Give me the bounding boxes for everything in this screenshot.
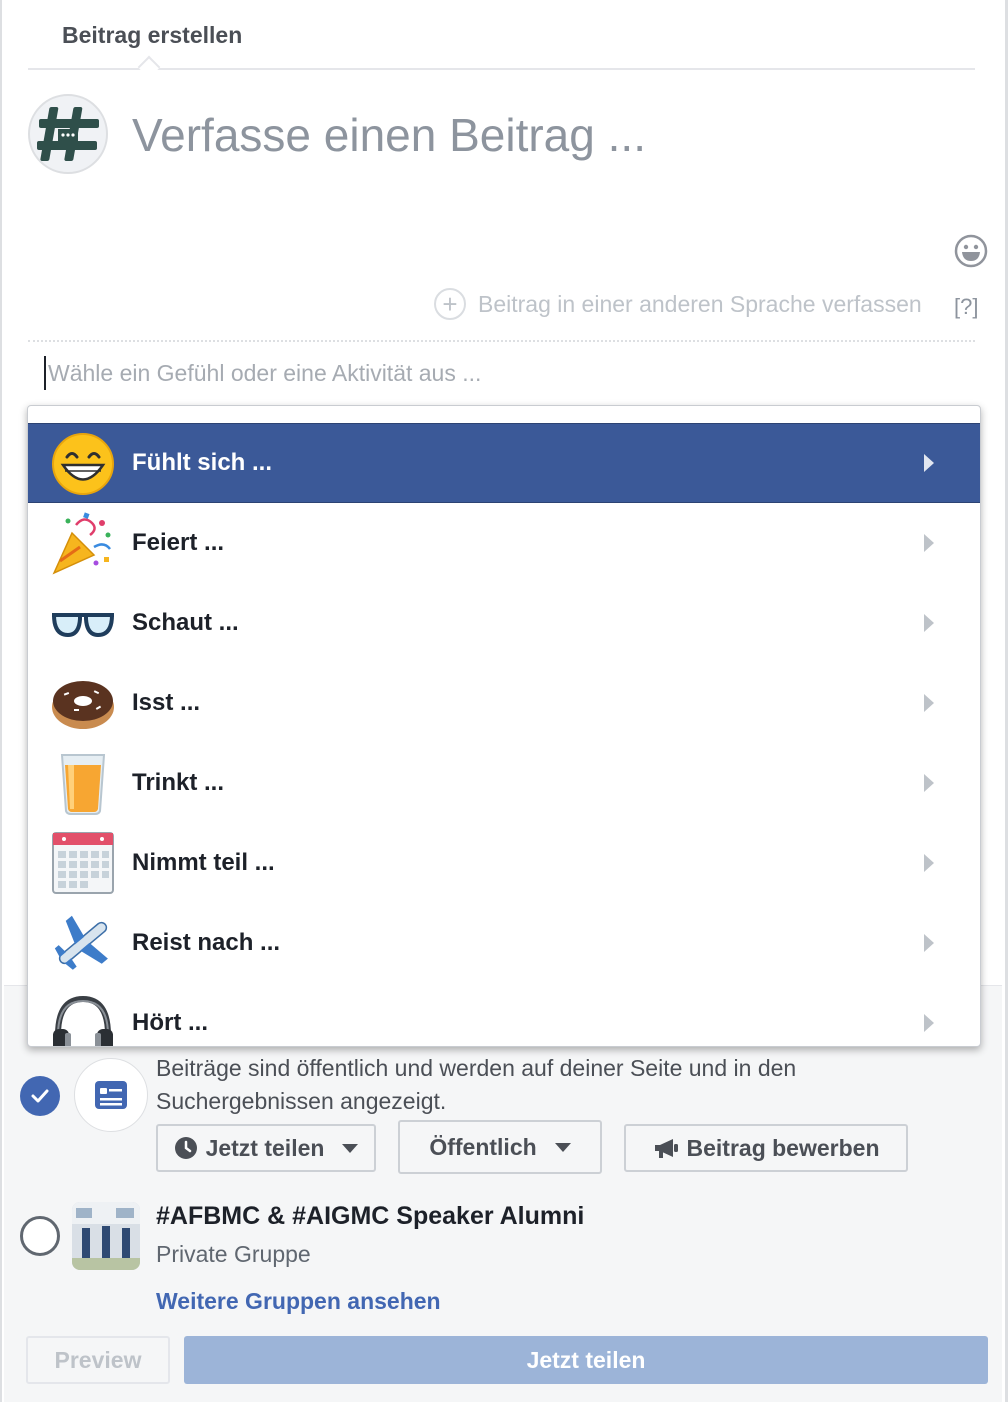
write-in-other-language-link[interactable]: + Beitrag in einer anderen Sprache verfa… — [434, 288, 922, 320]
post-text-area[interactable]: Verfasse einen Beitrag ... — [132, 108, 646, 162]
plus-circle-icon: + — [434, 288, 466, 320]
group-name[interactable]: #AFBMC & #AIGMC Speaker Alumni — [156, 1202, 584, 1231]
menu-item-feeling[interactable]: Fühlt sich ... — [28, 423, 980, 503]
privacy-dropdown[interactable]: Öffentlich — [398, 1120, 602, 1174]
calendar-icon — [52, 832, 114, 894]
menu-item-label: Trinkt ... — [132, 769, 225, 796]
menu-item-label: Nimmt teil ... — [132, 849, 275, 876]
clock-icon — [174, 1137, 197, 1159]
hashtag-logo-icon — [37, 107, 99, 161]
menu-item-attending[interactable]: Nimmt teil ... — [28, 823, 980, 903]
chevron-right-icon — [924, 1014, 934, 1032]
publish-button[interactable]: Jetzt teilen — [184, 1336, 988, 1384]
glasses-icon — [51, 613, 115, 638]
group-photo-icon — [72, 1202, 140, 1270]
group-type: Private Gruppe — [156, 1241, 311, 1267]
help-link[interactable]: [?] — [954, 294, 978, 320]
menu-item-label: Hört ... — [132, 1009, 208, 1036]
menu-item-label: Isst ... — [132, 689, 201, 716]
menu-item-drinking[interactable]: Trinkt ... — [28, 743, 980, 823]
chevron-right-icon — [924, 854, 934, 872]
tab-indicator — [137, 55, 161, 79]
feeling-activity-input[interactable] — [44, 356, 844, 390]
chevron-right-icon — [924, 774, 934, 792]
chevron-down-icon — [554, 1142, 571, 1152]
menu-item-listening[interactable]: Hört ... — [28, 983, 980, 1046]
preview-button[interactable]: Preview — [26, 1336, 170, 1384]
grinning-face-icon — [52, 433, 114, 495]
promote-post-button[interactable]: Beitrag bewerben — [624, 1124, 908, 1172]
page-audience-description: Beiträge sind öffentlich und werden auf … — [156, 1055, 797, 1114]
composer-dialog: Beitrag erstellen Verfasse einen Beitrag… — [0, 0, 1008, 1402]
page-selected-checkbox[interactable] — [20, 1076, 60, 1116]
menu-item-label: Fühlt sich ... — [132, 449, 273, 476]
tab-create-post[interactable]: Beitrag erstellen — [62, 22, 242, 49]
party-popper-icon — [52, 512, 111, 575]
chevron-right-icon — [924, 614, 934, 632]
privacy-label: Öffentlich — [429, 1133, 537, 1160]
menu-item-label: Feiert ... — [132, 529, 225, 556]
promote-label: Beitrag bewerben — [686, 1134, 880, 1161]
menu-item-celebrating[interactable]: Feiert ... — [28, 503, 980, 583]
see-more-groups-link[interactable]: Weitere Gruppen ansehen — [156, 1288, 441, 1315]
menu-item-watching[interactable]: Schaut ... — [28, 583, 980, 663]
page-icon — [95, 1081, 127, 1109]
chevron-right-icon — [924, 534, 934, 552]
menu-item-label: Reist nach ... — [132, 929, 281, 956]
divider — [28, 340, 975, 342]
feeling-activity-menu: Fühlt sich ... Feiert ... Schaut ... Iss… — [27, 405, 981, 1047]
menu-item-eating[interactable]: Isst ... — [28, 663, 980, 743]
megaphone-icon — [654, 1139, 678, 1158]
checkmark-icon — [31, 1089, 49, 1103]
group-thumbnail — [72, 1202, 140, 1270]
menu-item-label: Schaut ... — [132, 609, 239, 636]
share-now-label: Jetzt teilen — [205, 1134, 325, 1161]
emoji-picker-icon[interactable] — [954, 234, 988, 268]
chevron-right-icon — [924, 694, 934, 712]
language-link-label: Beitrag in einer anderen Sprache verfass… — [478, 290, 922, 317]
menu-item-travelling[interactable]: Reist nach ... — [28, 903, 980, 983]
tab-divider — [28, 68, 975, 70]
page-avatar — [74, 1058, 148, 1132]
chevron-right-icon — [924, 454, 934, 472]
airplane-icon — [54, 915, 108, 970]
avatar — [28, 94, 108, 174]
donut-icon — [52, 681, 114, 729]
group-radio[interactable] — [20, 1216, 60, 1256]
chevron-down-icon — [342, 1143, 359, 1153]
share-now-dropdown[interactable]: Jetzt teilen — [156, 1124, 376, 1172]
chevron-right-icon — [924, 934, 934, 952]
headphones-icon — [53, 995, 113, 1046]
juice-glass-icon — [60, 754, 106, 815]
